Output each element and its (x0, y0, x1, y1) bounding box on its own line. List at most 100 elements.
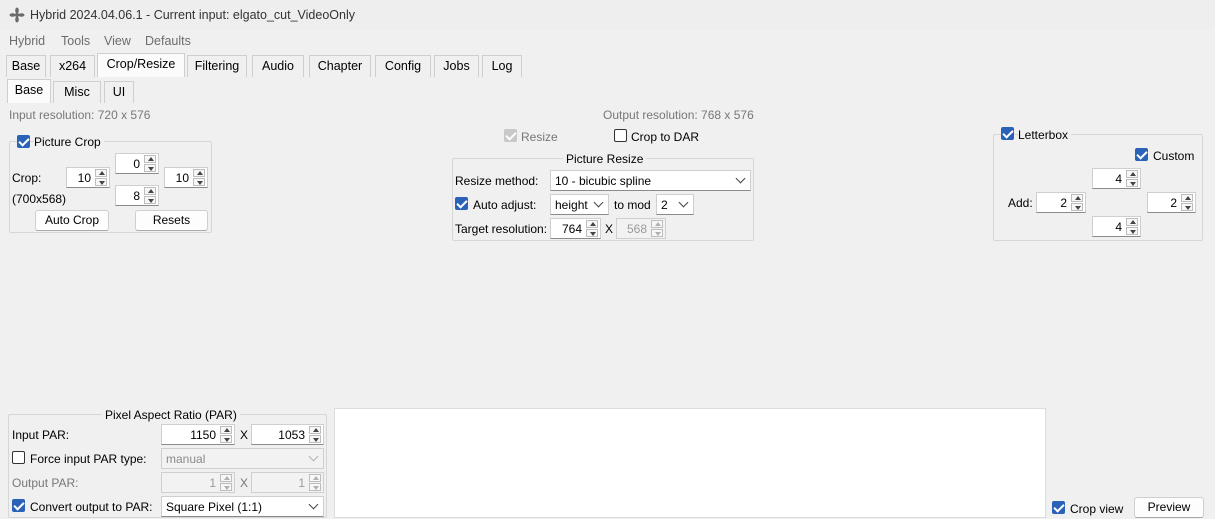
spin-up-icon[interactable] (95, 169, 107, 177)
resize-method-value: 10 - bicubic spline (555, 174, 652, 188)
spin-up-icon[interactable] (586, 220, 598, 228)
convert-par-checkbox[interactable] (12, 499, 25, 512)
menu-view[interactable]: View (104, 34, 131, 48)
spin-down-icon[interactable] (1181, 203, 1193, 211)
spin-down-icon[interactable] (220, 483, 232, 491)
convert-par-label: Convert output to PAR: (30, 500, 153, 514)
spin-down-icon[interactable] (193, 178, 205, 186)
letterbox-right-spinbox[interactable]: 2 (1147, 192, 1196, 213)
spin-up-icon[interactable] (1181, 194, 1193, 202)
picture-crop-label: Picture Crop (34, 135, 104, 149)
spin-up-icon[interactable] (1071, 194, 1083, 202)
letterbox-left-spinbox[interactable]: 2 (1036, 192, 1086, 213)
menu-tools[interactable]: Tools (61, 34, 90, 48)
spin-down-icon[interactable] (1126, 227, 1138, 235)
tab-config[interactable]: Config (375, 55, 431, 77)
crop-left-spinbox[interactable]: 10 (66, 167, 110, 188)
spin-up-icon[interactable] (1126, 170, 1138, 178)
resize-method-label: Resize method: (455, 174, 539, 188)
tab-jobs[interactable]: Jobs (434, 55, 479, 77)
menu-defaults[interactable]: Defaults (145, 34, 191, 48)
force-par-checkbox[interactable] (12, 451, 25, 464)
input-par-width-spinbox[interactable]: 1150 (161, 424, 235, 445)
output-resolution: Output resolution: 768 x 576 (603, 108, 754, 122)
spin-up-icon[interactable] (651, 220, 663, 228)
crop-view-label: Crop view (1070, 502, 1124, 516)
spin-down-icon[interactable] (651, 229, 663, 237)
spin-up-icon[interactable] (144, 187, 156, 195)
letterbox-checkbox[interactable] (1001, 127, 1014, 140)
auto-crop-button[interactable]: Auto Crop (35, 210, 109, 231)
crop-view-checkbox[interactable] (1052, 501, 1065, 514)
custom-checkbox[interactable] (1135, 148, 1148, 161)
chevron-down-icon (593, 197, 604, 208)
spin-up-icon[interactable] (309, 426, 321, 434)
spin-down-icon[interactable] (144, 196, 156, 204)
letterbox-label: Letterbox (1018, 128, 1072, 142)
force-par-value: manual (166, 452, 206, 466)
spin-up-icon[interactable] (309, 474, 321, 482)
auto-adjust-checkbox[interactable] (455, 197, 468, 210)
add-label: Add: (1008, 196, 1033, 210)
spin-down-icon[interactable] (1126, 179, 1138, 187)
input-par-label: Input PAR: (12, 428, 70, 442)
chevron-down-icon (678, 197, 689, 208)
mod-select[interactable]: 2 (656, 194, 694, 215)
resize-method-select[interactable]: 10 - bicubic spline (550, 170, 751, 191)
spin-down-icon[interactable] (95, 178, 107, 186)
spin-down-icon[interactable] (144, 164, 156, 172)
resize-checkbox[interactable] (504, 129, 517, 142)
tab-chapter[interactable]: Chapter (309, 55, 371, 77)
spin-up-icon[interactable] (144, 155, 156, 163)
output-par-width-value: 1 (209, 476, 216, 490)
subtab-misc[interactable]: Misc (53, 81, 101, 103)
title-bar: Hybrid 2024.04.06.1 - Current input: elg… (0, 0, 1215, 30)
crop-right-spinbox[interactable]: 10 (164, 167, 208, 188)
input-par-width-value: 1150 (190, 428, 216, 442)
spin-up-icon[interactable] (220, 474, 232, 482)
picture-crop-checkbox[interactable] (17, 135, 30, 148)
preview-button[interactable]: Preview (1134, 497, 1204, 518)
letterbox-bottom-spinbox[interactable]: 4 (1092, 216, 1141, 237)
spin-down-icon[interactable] (586, 229, 598, 237)
letterbox-top-value: 4 (1115, 172, 1122, 186)
subtab-base[interactable]: Base (7, 79, 51, 103)
resize-label: Resize (521, 130, 558, 144)
tab-audio[interactable]: Audio (252, 55, 304, 77)
tab-filtering[interactable]: Filtering (187, 55, 247, 77)
output-par-height-spinbox[interactable]: 1 (251, 472, 324, 493)
crop-label: Crop: (12, 171, 42, 185)
force-par-select[interactable]: manual (161, 448, 324, 469)
target-height-spinbox[interactable]: 568 (616, 218, 666, 239)
preview-pane[interactable] (334, 408, 1046, 518)
crop-bottom-spinbox[interactable]: 8 (115, 185, 159, 206)
spin-up-icon[interactable] (1126, 218, 1138, 226)
tab-x264[interactable]: x264 (50, 55, 95, 77)
tab-base[interactable]: Base (6, 55, 46, 77)
tab-crop-resize[interactable]: Crop/Resize (97, 53, 185, 77)
target-height-value: 568 (626, 222, 647, 236)
letterbox-top-spinbox[interactable]: 4 (1092, 168, 1141, 189)
auto-adjust-value: height (555, 198, 588, 212)
to-mod-label: to mod (614, 198, 651, 212)
force-par-label: Force input PAR type: (30, 452, 147, 466)
tab-log[interactable]: Log (482, 55, 522, 77)
spin-down-icon[interactable] (309, 483, 321, 491)
resets-button[interactable]: Resets (135, 210, 208, 231)
spin-up-icon[interactable] (220, 426, 232, 434)
output-par-x-separator: X (240, 476, 249, 490)
menu-hybrid[interactable]: Hybrid (9, 34, 45, 48)
target-width-spinbox[interactable]: 764 (550, 218, 601, 239)
crop-to-dar-checkbox[interactable] (614, 129, 627, 142)
spin-down-icon[interactable] (1071, 203, 1083, 211)
convert-par-select[interactable]: Square Pixel (1:1) (161, 496, 324, 517)
input-par-height-spinbox[interactable]: 1053 (251, 424, 324, 445)
output-par-width-spinbox[interactable]: 1 (161, 472, 235, 493)
spin-down-icon[interactable] (220, 435, 232, 443)
spin-up-icon[interactable] (193, 169, 205, 177)
auto-adjust-select[interactable]: height (550, 194, 609, 215)
crop-right-value: 10 (175, 171, 189, 185)
spin-down-icon[interactable] (309, 435, 321, 443)
subtab-ui[interactable]: UI (104, 81, 134, 103)
crop-top-spinbox[interactable]: 0 (115, 153, 159, 174)
